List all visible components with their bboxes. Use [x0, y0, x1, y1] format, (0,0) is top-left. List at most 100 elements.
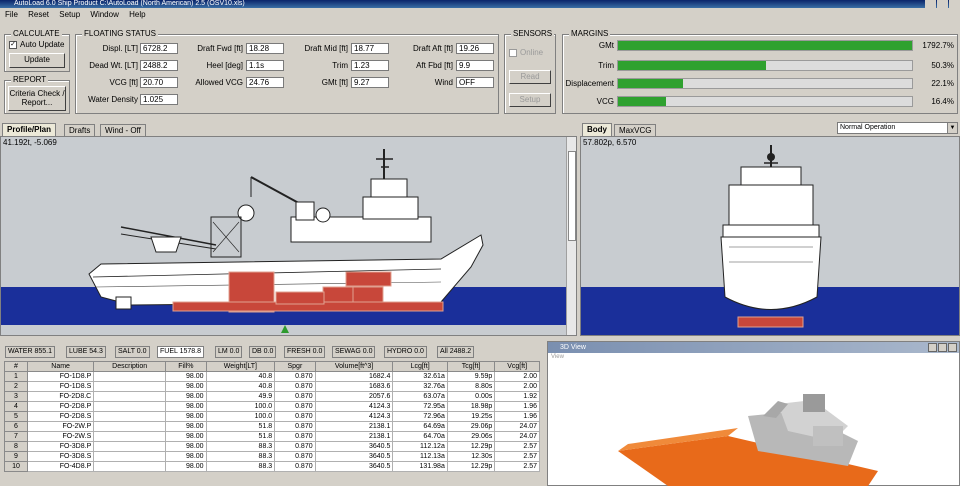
- table-cell[interactable]: 2138.1: [314, 431, 394, 442]
- table-cell[interactable]: 0.870: [274, 391, 316, 402]
- table-cell[interactable]: 51.8: [205, 421, 276, 432]
- minimize-button[interactable]: [925, 0, 936, 8]
- table-cell[interactable]: 29.06s: [446, 431, 496, 442]
- table-cell[interactable]: 100.0: [205, 411, 276, 422]
- table-cell[interactable]: FO-1D8.P: [26, 371, 95, 382]
- table-cell[interactable]: 3: [4, 391, 28, 402]
- table-column-header[interactable]: Weight[LT]: [205, 361, 276, 372]
- menu-file[interactable]: File: [2, 8, 21, 22]
- table-cell[interactable]: 98.00: [165, 441, 207, 452]
- table-cell[interactable]: 2.57: [494, 441, 540, 452]
- table-cell[interactable]: 24.07: [494, 431, 540, 442]
- summary-tab[interactable]: WATER 855.1: [5, 346, 55, 358]
- table-cell[interactable]: 88.3: [205, 461, 276, 472]
- table-cell[interactable]: [93, 441, 167, 452]
- table-cell[interactable]: 49.9: [205, 391, 276, 402]
- table-column-header[interactable]: Name: [26, 361, 95, 372]
- table-cell[interactable]: 1.96: [494, 411, 540, 422]
- table-cell[interactable]: 0.870: [274, 401, 316, 412]
- summary-tab[interactable]: DB 0.0: [249, 346, 277, 358]
- table-cell[interactable]: 1.92: [494, 391, 540, 402]
- table-cell[interactable]: [93, 371, 167, 382]
- table-cell[interactable]: 98.00: [165, 411, 207, 422]
- table-row[interactable]: 4 FO-2D8.P 98.00 100.0 0.870 4124.3 72.95a 18.9…: [4, 401, 540, 412]
- update-button[interactable]: Update: [9, 53, 65, 68]
- table-cell[interactable]: 3640.5: [314, 441, 394, 452]
- tab-drafts[interactable]: Drafts: [64, 124, 96, 136]
- tab-wind[interactable]: Wind - Off: [100, 124, 146, 136]
- read-button[interactable]: Read: [509, 70, 551, 84]
- menu-window[interactable]: Window: [87, 8, 121, 22]
- profile-scrollbar[interactable]: [566, 137, 576, 335]
- table-cell[interactable]: FO-2W.S: [26, 431, 95, 442]
- auto-update-checkbox[interactable]: ✓: [9, 40, 17, 49]
- view-3d-minimize-icon[interactable]: [928, 343, 937, 352]
- table-row[interactable]: 3 FO-2D8.C 98.00 49.9 0.870 2057.6 63.07a 0.00s…: [4, 391, 540, 402]
- table-cell[interactable]: 2.57: [494, 451, 540, 462]
- table-cell[interactable]: 0.870: [274, 441, 316, 452]
- table-cell[interactable]: [93, 411, 167, 422]
- table-cell[interactable]: 1682.4: [314, 371, 394, 382]
- table-cell[interactable]: 2.00: [494, 371, 540, 382]
- summary-tab[interactable]: LUBE 54.3: [66, 346, 106, 358]
- table-cell[interactable]: 24.07: [494, 421, 540, 432]
- table-cell[interactable]: 1683.6: [314, 381, 394, 392]
- table-cell[interactable]: 2057.6: [314, 391, 394, 402]
- table-cell[interactable]: 4: [4, 401, 28, 412]
- table-cell[interactable]: 2.57: [494, 461, 540, 472]
- summary-tab[interactable]: SALT 0.0: [115, 346, 150, 358]
- table-cell[interactable]: 4124.3: [314, 411, 394, 422]
- summary-tab[interactable]: FRESH 0.0: [284, 346, 326, 358]
- summary-tab[interactable]: LM 0.0: [215, 346, 243, 358]
- table-cell[interactable]: 6: [4, 421, 28, 432]
- maximize-button[interactable]: [937, 0, 948, 8]
- table-cell[interactable]: 32.61a: [392, 371, 448, 382]
- table-cell[interactable]: 12.30s: [446, 451, 496, 462]
- table-cell[interactable]: 2.00: [494, 381, 540, 392]
- table-cell[interactable]: [93, 461, 167, 472]
- table-row[interactable]: 7 FO-2W.S 98.00 51.8 0.870 2138.1 64.70a 29.06s…: [4, 431, 540, 442]
- table-column-header[interactable]: Volume[ft^3]: [314, 361, 394, 372]
- table-cell[interactable]: 32.76a: [392, 381, 448, 392]
- table-cell[interactable]: 0.870: [274, 461, 316, 472]
- menu-help[interactable]: Help: [126, 8, 148, 22]
- table-cell[interactable]: 51.8: [205, 431, 276, 442]
- table-row[interactable]: 6 FO-2W.P 98.00 51.8 0.870 2138.1 64.69a 29.06p…: [4, 421, 540, 432]
- operation-select[interactable]: Normal Operation ▼: [837, 122, 958, 134]
- menu-setup[interactable]: Setup: [56, 8, 83, 22]
- table-cell[interactable]: [93, 431, 167, 442]
- table-cell[interactable]: 72.95a: [392, 401, 448, 412]
- table-cell[interactable]: 12.29p: [446, 441, 496, 452]
- summary-tab[interactable]: FUEL 1578.8: [157, 346, 204, 358]
- table-row[interactable]: 1 FO-1D8.P 98.00 40.8 0.870 1682.4 32.61a 9.59p…: [4, 371, 540, 382]
- chevron-down-icon[interactable]: ▼: [947, 123, 957, 133]
- online-checkbox[interactable]: [509, 48, 517, 57]
- view-3d-close-icon[interactable]: [948, 343, 957, 352]
- tab-profile-plan[interactable]: Profile/Plan: [2, 123, 57, 136]
- table-cell[interactable]: 98.00: [165, 421, 207, 432]
- table-cell[interactable]: 63.07a: [392, 391, 448, 402]
- setup-button[interactable]: Setup: [509, 93, 551, 107]
- table-cell[interactable]: 0.870: [274, 411, 316, 422]
- summary-tab[interactable]: HYDRO 0.0: [384, 346, 427, 358]
- table-column-header[interactable]: #: [4, 361, 28, 372]
- table-cell[interactable]: 40.8: [205, 371, 276, 382]
- ship-3d-render[interactable]: [548, 356, 959, 486]
- table-cell[interactable]: 2138.1: [314, 421, 394, 432]
- table-cell[interactable]: [93, 401, 167, 412]
- table-cell[interactable]: [93, 381, 167, 392]
- menu-reset[interactable]: Reset: [25, 8, 52, 22]
- table-cell[interactable]: FO-2W.P: [26, 421, 95, 432]
- table-cell[interactable]: 3640.5: [314, 461, 394, 472]
- table-cell[interactable]: 98.00: [165, 431, 207, 442]
- table-cell[interactable]: FO-2D8.P: [26, 401, 95, 412]
- table-cell[interactable]: 5: [4, 411, 28, 422]
- tab-maxvcg[interactable]: MaxVCG: [614, 124, 657, 136]
- table-cell[interactable]: FO-2D8.S: [26, 411, 95, 422]
- table-cell[interactable]: 98.00: [165, 401, 207, 412]
- table-cell[interactable]: 1.96: [494, 401, 540, 412]
- table-cell[interactable]: 88.3: [205, 451, 276, 462]
- table-cell[interactable]: 112.12a: [392, 441, 448, 452]
- table-cell[interactable]: [93, 451, 167, 462]
- table-cell[interactable]: [93, 391, 167, 402]
